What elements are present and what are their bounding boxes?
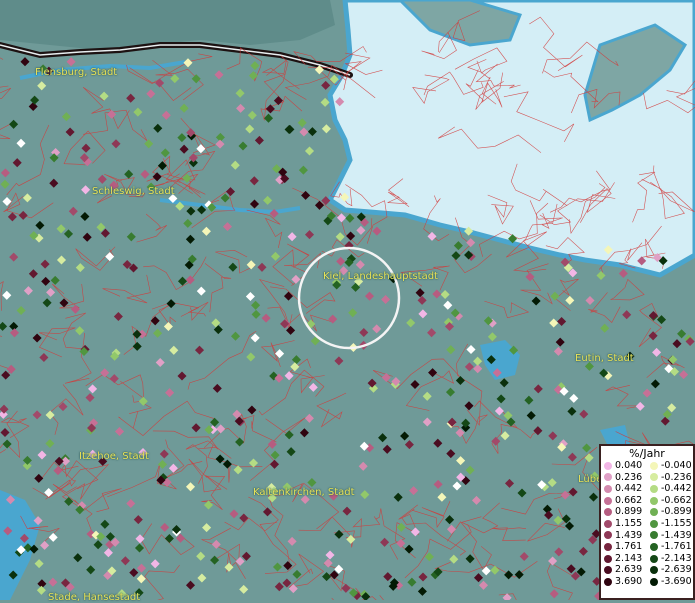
city-label-kaltenkirchen: Kaltenkirchen, Stadt bbox=[253, 487, 355, 498]
legend-entry-positive: 2.639 bbox=[601, 564, 647, 576]
legend-entry-negative: -0.236 bbox=[647, 472, 693, 484]
legend-swatch bbox=[604, 520, 612, 528]
legend-value: -0.040 bbox=[661, 460, 692, 472]
legend-entry-negative: -0.662 bbox=[647, 495, 693, 507]
legend-row: 1.155 -1.155 bbox=[601, 518, 693, 530]
legend-value: -3.690 bbox=[661, 576, 692, 588]
legend-swatch bbox=[650, 543, 658, 551]
legend-swatch bbox=[650, 508, 658, 516]
legend-swatch bbox=[604, 578, 612, 586]
city-label-schleswig: Schleswig, Stadt bbox=[92, 186, 175, 197]
legend-swatch bbox=[604, 508, 612, 516]
legend-value: 2.639 bbox=[615, 564, 642, 576]
city-label-flensburg: Flensburg, Stadt bbox=[35, 67, 117, 78]
legend-value: -0.662 bbox=[661, 495, 692, 507]
legend-swatch bbox=[650, 473, 658, 481]
legend-value: -2.143 bbox=[661, 553, 692, 565]
legend-row: 0.662 -0.662 bbox=[601, 495, 693, 507]
legend-swatch bbox=[650, 485, 658, 493]
legend-row: 1.439 -1.439 bbox=[601, 530, 693, 542]
legend-entry-negative: -3.690 bbox=[647, 576, 693, 588]
legend-swatch bbox=[650, 520, 658, 528]
legend-row: 0.442 -0.442 bbox=[601, 483, 693, 495]
legend-entry-negative: -1.439 bbox=[647, 530, 693, 542]
legend-entry-negative: -1.761 bbox=[647, 541, 693, 553]
legend-value: -0.899 bbox=[661, 506, 692, 518]
map-legend: %/Jahr 0.040 -0.040 0.236 -0.236 0.442 -0.442… bbox=[599, 444, 695, 600]
legend-value: 0.236 bbox=[615, 472, 642, 484]
legend-swatch bbox=[604, 543, 612, 551]
city-label-eutin: Eutin, Stadt bbox=[575, 353, 634, 364]
legend-entry-negative: -0.899 bbox=[647, 506, 693, 518]
legend-row: 0.040 -0.040 bbox=[601, 460, 693, 472]
legend-entry-positive: 0.236 bbox=[601, 472, 647, 484]
legend-swatch bbox=[650, 555, 658, 563]
legend-swatch bbox=[604, 531, 612, 539]
legend-entry-negative: -1.155 bbox=[647, 518, 693, 530]
legend-entry-positive: 0.662 bbox=[601, 495, 647, 507]
legend-swatch bbox=[650, 578, 658, 586]
legend-value: -1.761 bbox=[661, 541, 692, 553]
legend-entry-positive: 2.143 bbox=[601, 553, 647, 565]
legend-value: -0.442 bbox=[661, 483, 692, 495]
legend-row: 2.639 -2.639 bbox=[601, 564, 693, 576]
legend-value: 1.155 bbox=[615, 518, 642, 530]
legend-swatch bbox=[604, 462, 612, 470]
legend-entry-positive: 0.899 bbox=[601, 506, 647, 518]
legend-row: 0.236 -0.236 bbox=[601, 472, 693, 484]
legend-title: %/Jahr bbox=[601, 447, 693, 460]
legend-row: 0.899 -0.899 bbox=[601, 506, 693, 518]
legend-value: 2.143 bbox=[615, 553, 642, 565]
legend-swatch bbox=[604, 485, 612, 493]
legend-value: 3.690 bbox=[615, 576, 642, 588]
legend-row: 2.143 -2.143 bbox=[601, 553, 693, 565]
legend-swatch bbox=[604, 473, 612, 481]
city-label-kiel: Kiel, Landeshauptstadt bbox=[323, 271, 438, 282]
legend-value: 0.442 bbox=[615, 483, 642, 495]
legend-swatch bbox=[650, 497, 658, 505]
city-label-itzehoe: Itzehoe, Stadt bbox=[79, 451, 149, 462]
legend-swatch bbox=[604, 555, 612, 563]
legend-swatch bbox=[650, 566, 658, 574]
legend-value: -2.639 bbox=[661, 564, 692, 576]
legend-entry-positive: 1.155 bbox=[601, 518, 647, 530]
legend-row: 1.761 -1.761 bbox=[601, 541, 693, 553]
legend-entry-negative: -0.442 bbox=[647, 483, 693, 495]
legend-entry-positive: 3.690 bbox=[601, 576, 647, 588]
legend-swatch bbox=[650, 531, 658, 539]
legend-rows: 0.040 -0.040 0.236 -0.236 0.442 -0.442 0.662 -0… bbox=[601, 460, 693, 588]
legend-value: 0.899 bbox=[615, 506, 642, 518]
legend-entry-positive: 0.040 bbox=[601, 460, 647, 472]
legend-entry-positive: 1.439 bbox=[601, 530, 647, 542]
legend-value: -1.155 bbox=[661, 518, 692, 530]
legend-value: -1.439 bbox=[661, 530, 692, 542]
legend-value: 1.439 bbox=[615, 530, 642, 542]
legend-value: 0.040 bbox=[615, 460, 642, 472]
legend-swatch bbox=[650, 462, 658, 470]
legend-entry-positive: 0.442 bbox=[601, 483, 647, 495]
legend-entry-negative: -2.639 bbox=[647, 564, 693, 576]
legend-entry-positive: 1.761 bbox=[601, 541, 647, 553]
legend-swatch bbox=[604, 566, 612, 574]
legend-swatch bbox=[604, 497, 612, 505]
legend-row: 3.690 -3.690 bbox=[601, 576, 693, 588]
legend-value: -0.236 bbox=[661, 472, 692, 484]
map-canvas[interactable] bbox=[0, 0, 695, 600]
legend-entry-negative: -2.143 bbox=[647, 553, 693, 565]
legend-entry-negative: -0.040 bbox=[647, 460, 693, 472]
legend-value: 1.761 bbox=[615, 541, 642, 553]
legend-value: 0.662 bbox=[615, 495, 642, 507]
city-label-stade: Stade, Hansestadt bbox=[48, 592, 140, 603]
